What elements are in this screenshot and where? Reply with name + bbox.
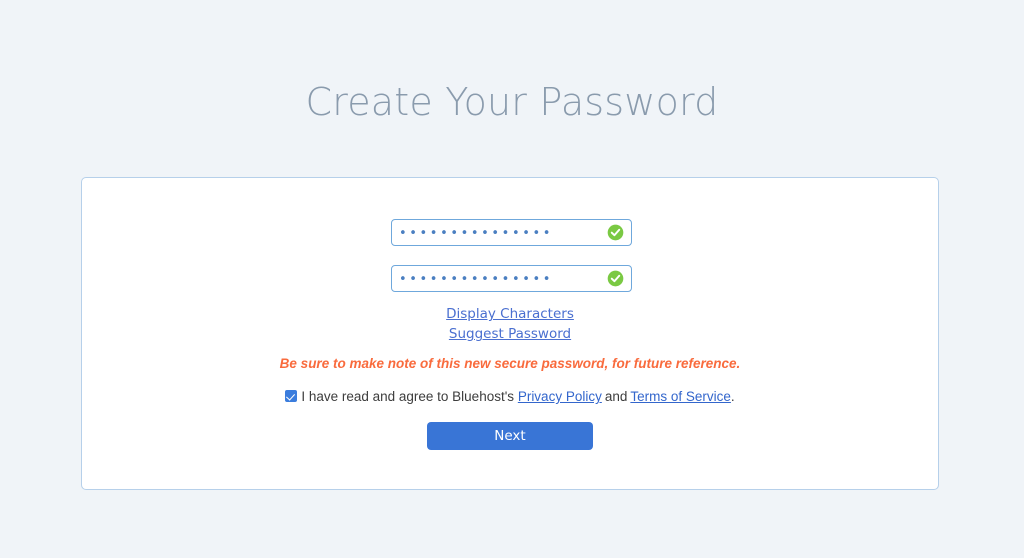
password-note: Be sure to make note of this new secure … — [279, 356, 741, 371]
password-field-wrapper[interactable]: ••••••••••••••• — [391, 219, 632, 246]
display-characters-link[interactable]: Display Characters — [82, 304, 938, 324]
agreement-row: I have read and agree to Bluehost's Priv… — [82, 389, 938, 405]
agreement-text: I have read and agree to Bluehost's — [301, 389, 515, 404]
check-circle-icon — [607, 270, 624, 287]
password-helper-links: Display Characters Suggest Password — [82, 304, 938, 344]
suggest-password-link[interactable]: Suggest Password — [82, 324, 938, 344]
agreement-conjunction: and — [604, 389, 628, 404]
privacy-policy-link[interactable]: Privacy Policy — [518, 389, 602, 404]
agreement-period: . — [730, 389, 735, 404]
next-button[interactable]: Next — [427, 422, 593, 450]
password-form-card: ••••••••••••••• ••••••••••••••• Display … — [81, 177, 939, 490]
check-circle-icon — [607, 224, 624, 241]
terms-of-service-link[interactable]: Terms of Service — [630, 389, 731, 404]
agreement-checkbox[interactable] — [285, 390, 298, 402]
submit-row: Next — [82, 422, 938, 450]
page-title: Create Your Password — [305, 80, 719, 125]
create-password-form: ••••••••••••••• ••••••••••••••• Display … — [82, 178, 938, 489]
confirm-password-input[interactable]: ••••••••••••••• — [399, 272, 607, 286]
confirm-password-field-wrapper[interactable]: ••••••••••••••• — [391, 265, 632, 292]
password-input[interactable]: ••••••••••••••• — [399, 226, 607, 240]
